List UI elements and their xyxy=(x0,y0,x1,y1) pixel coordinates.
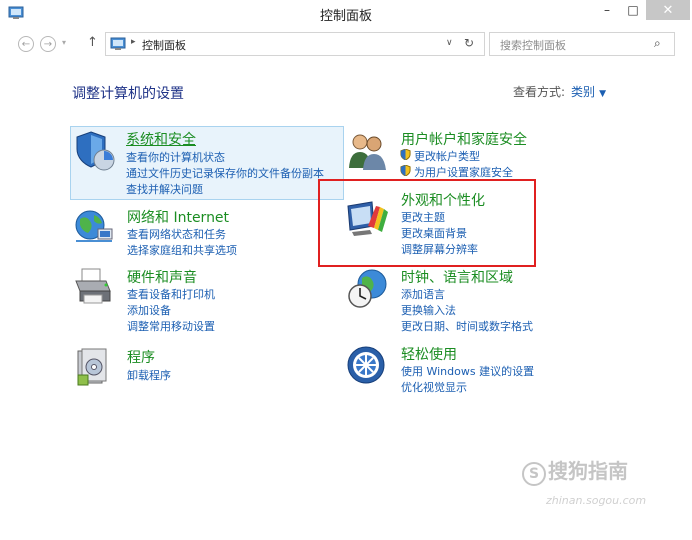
ease-of-access-icon xyxy=(347,346,385,384)
chevron-down-icon[interactable]: ▼ xyxy=(599,89,606,99)
link-mobility-settings[interactable]: 调整常用移动设置 xyxy=(127,318,215,334)
category-network-internet[interactable]: 网络和 Internet 查看网络状态和任务 选择家庭组和共享选项 xyxy=(72,205,342,257)
link-change-input-method[interactable]: 更换输入法 xyxy=(401,302,456,318)
navigation-bar: ← → ▾ ↑ ▸ 控制面板 ∨ ↻ 搜索控制面板 ⌕ xyxy=(0,28,692,60)
maximize-button[interactable]: □ xyxy=(620,0,646,20)
uac-shield-icon xyxy=(400,149,411,160)
link-add-device[interactable]: 添加设备 xyxy=(127,302,171,318)
category-hardware-sound[interactable]: 硬件和声音 查看设备和打印机 添加设备 调整常用移动设置 xyxy=(72,265,342,335)
link-optimize-visual-display[interactable]: 优化视觉显示 xyxy=(401,379,467,395)
title-bar: 控制面板 – □ ✕ xyxy=(0,0,692,28)
watermark-url: zhinan.sogou.com xyxy=(546,494,647,507)
category-system-security[interactable]: 系统和安全 查看你的计算机状态 通过文件历史记录保存你的文件备份副本 查找并解决… xyxy=(70,126,344,200)
link-uninstall-program[interactable]: 卸载程序 xyxy=(127,367,171,383)
search-input[interactable]: 搜索控制面板 xyxy=(500,37,566,53)
category-title-programs[interactable]: 程序 xyxy=(127,347,155,367)
address-dropdown-icon[interactable]: ∨ xyxy=(446,38,453,48)
category-title-network-internet[interactable]: 网络和 Internet xyxy=(127,207,229,227)
view-by-label: 查看方式: xyxy=(513,85,566,99)
link-change-date-time-format[interactable]: 更改日期、时间或数字格式 xyxy=(401,318,533,334)
refresh-icon[interactable]: ↻ xyxy=(464,36,474,50)
view-by: 查看方式: 类别 ▼ xyxy=(513,83,606,100)
link-homegroup-sharing[interactable]: 选择家庭组和共享选项 xyxy=(127,242,237,258)
history-dropdown-icon[interactable]: ▾ xyxy=(62,38,66,47)
shield-icon xyxy=(76,131,115,171)
category-title-ease-of-access[interactable]: 轻松使用 xyxy=(401,344,457,364)
highlight-annotation-box xyxy=(318,179,536,267)
forward-button[interactable]: → xyxy=(40,36,56,52)
close-button[interactable]: ✕ xyxy=(646,0,690,20)
link-windows-recommended-settings[interactable]: 使用 Windows 建议的设置 xyxy=(401,363,534,379)
view-by-selector[interactable]: 类别 xyxy=(571,85,595,99)
users-icon xyxy=(349,134,386,170)
link-add-language[interactable]: 添加语言 xyxy=(401,286,445,302)
link-file-history-backup[interactable]: 通过文件历史记录保存你的文件备份副本 xyxy=(126,165,324,181)
category-user-accounts[interactable]: 用户帐户和家庭安全 更改帐户类型 为用户设置家庭安全 xyxy=(346,128,546,180)
globe-network-icon xyxy=(75,210,113,242)
category-title-system-security[interactable]: 系统和安全 xyxy=(126,129,196,149)
window-title: 控制面板 xyxy=(319,9,372,24)
minimize-button[interactable]: – xyxy=(594,0,620,20)
link-family-safety[interactable]: 为用户设置家庭安全 xyxy=(414,164,513,180)
back-button[interactable]: ← xyxy=(18,36,34,52)
category-title-user-accounts[interactable]: 用户帐户和家庭安全 xyxy=(401,129,527,149)
search-icon[interactable]: ⌕ xyxy=(654,36,661,51)
printer-icon xyxy=(75,268,111,304)
clock-globe-icon xyxy=(348,269,387,308)
link-change-account-type[interactable]: 更改帐户类型 xyxy=(414,148,480,164)
control-panel-icon xyxy=(110,37,126,50)
page-heading: 调整计算机的设置 xyxy=(72,86,184,102)
link-devices-printers[interactable]: 查看设备和打印机 xyxy=(127,286,215,302)
category-title-clock-language-region[interactable]: 时钟、语言和区域 xyxy=(401,267,513,287)
watermark-text: 搜狗指南 xyxy=(548,459,628,483)
link-view-computer-status[interactable]: 查看你的计算机状态 xyxy=(126,149,225,165)
watermark: S 搜狗指南 xyxy=(522,455,628,486)
up-button[interactable]: ↑ xyxy=(87,35,98,50)
programs-icon xyxy=(77,348,107,386)
breadcrumb-separator-icon[interactable]: ▸ xyxy=(131,37,136,47)
search-box[interactable]: 搜索控制面板 ⌕ xyxy=(489,32,675,56)
category-programs[interactable]: 程序 卸载程序 xyxy=(72,345,342,389)
category-ease-of-access[interactable]: 轻松使用 使用 Windows 建议的设置 优化视觉显示 xyxy=(346,343,546,395)
link-view-network-status[interactable]: 查看网络状态和任务 xyxy=(127,226,226,242)
address-bar[interactable]: ▸ 控制面板 ∨ ↻ xyxy=(105,32,485,56)
category-title-hardware-sound[interactable]: 硬件和声音 xyxy=(127,267,197,287)
breadcrumb-control-panel[interactable]: 控制面板 xyxy=(142,37,186,53)
watermark-logo-icon: S xyxy=(522,462,546,486)
uac-shield-icon xyxy=(400,165,411,176)
category-clock-language-region[interactable]: 时钟、语言和区域 添加语言 更换输入法 更改日期、时间或数字格式 xyxy=(346,266,556,336)
link-troubleshoot[interactable]: 查找并解决问题 xyxy=(126,181,203,197)
